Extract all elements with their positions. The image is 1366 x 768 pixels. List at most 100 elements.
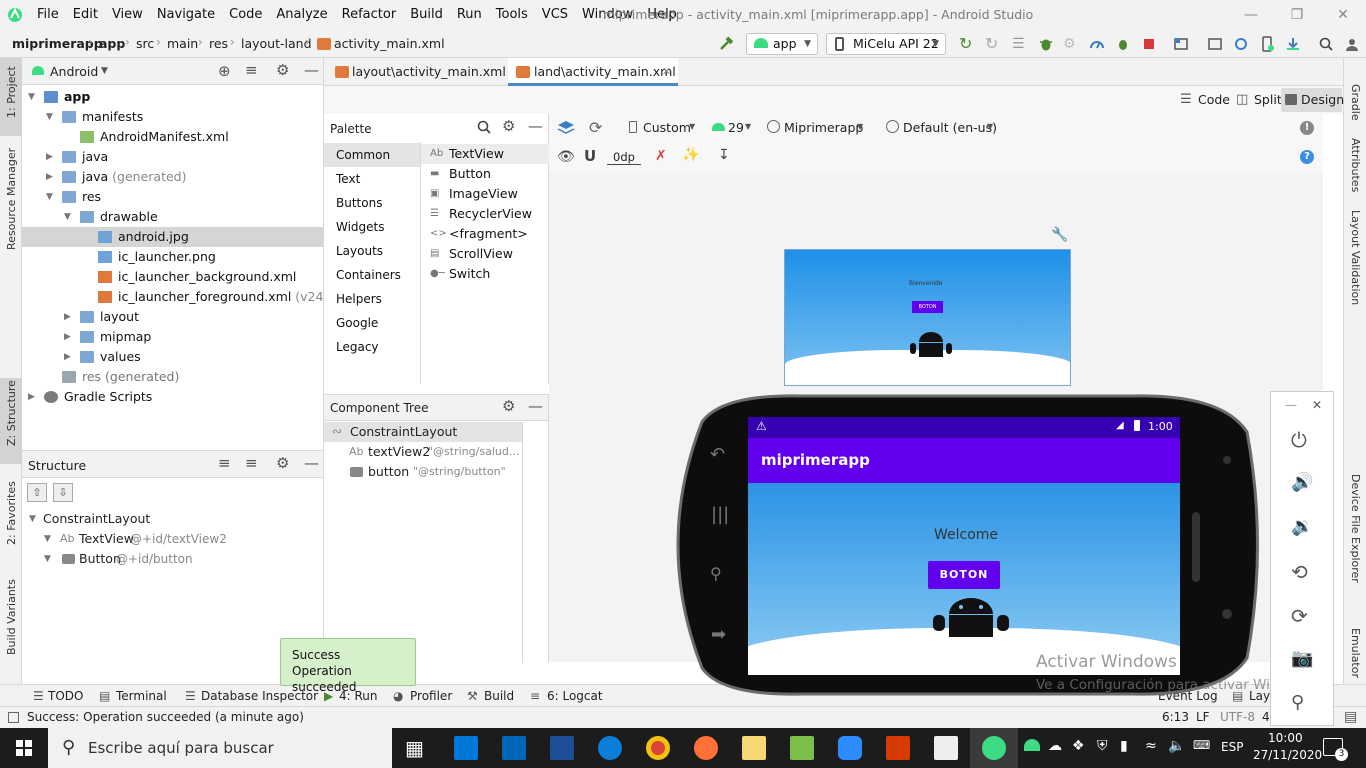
tool-tab-gradle[interactable]: Gradle [1349, 84, 1362, 121]
palette-item[interactable]: <> <fragment> [421, 224, 549, 244]
tool-tab-build[interactable]: ⚒ Build [467, 685, 514, 707]
code-mode-button[interactable]: ☰ Code [1180, 90, 1230, 110]
power-icon[interactable]: ⏻ [1291, 428, 1315, 452]
office-icon[interactable] [886, 736, 910, 760]
word-icon[interactable] [934, 736, 958, 760]
maximize-button[interactable]: ❐ [1274, 0, 1320, 30]
zoom-app-icon[interactable] [838, 736, 862, 760]
chevron-down-icon[interactable]: ▼ [857, 122, 863, 131]
chevron-down-icon[interactable]: ▼ [101, 66, 108, 76]
rotate-left-icon[interactable]: ⟲ [1291, 560, 1315, 584]
api-select[interactable]: 29 [728, 120, 744, 135]
collapsed-arrow-icon[interactable]: ▶ [64, 327, 71, 347]
tree-item[interactable]: ▼ app [22, 87, 323, 107]
breadcrumb-main[interactable]: main [167, 36, 198, 51]
volume-down-icon[interactable]: 🔉 [1291, 516, 1315, 540]
rotate-right-icon[interactable]: ⟳ [1291, 604, 1315, 628]
chevron-down-icon[interactable]: ▼ [987, 122, 993, 131]
collapsed-arrow-icon[interactable]: ▶ [46, 147, 53, 167]
search-icon[interactable] [476, 119, 492, 135]
collapsed-arrow-icon[interactable]: ▶ [64, 347, 71, 367]
menu-navigate[interactable]: Navigate [150, 0, 222, 30]
palette-category[interactable]: Legacy [324, 335, 420, 359]
chevron-down-icon[interactable]: ▼ [745, 122, 751, 131]
success-notification[interactable]: Success Operation succeeded [280, 638, 416, 694]
hammer-icon[interactable] [718, 36, 734, 52]
tool-tab-terminal[interactable]: ▤ Terminal [99, 685, 167, 707]
attach-debugger-icon[interactable]: ⚙ [1063, 36, 1079, 52]
firefox-icon[interactable] [694, 736, 718, 760]
forward-icon[interactable]: ➡ [711, 624, 726, 645]
tree-item[interactable]: AndroidManifest.xml [22, 127, 323, 147]
breadcrumb-layout-land[interactable]: layout-land [241, 36, 312, 51]
palette-category[interactable]: Helpers [324, 287, 420, 311]
palette-category[interactable]: Buttons [324, 191, 420, 215]
attach-process-icon[interactable] [1115, 36, 1131, 52]
clear-constraints-icon[interactable]: ✗ [655, 148, 667, 164]
sync-gradle-icon[interactable] [1233, 36, 1249, 52]
collapsed-arrow-icon[interactable]: ▶ [28, 387, 35, 407]
tree-item[interactable]: ic_launcher_foreground.xml (v24) [22, 287, 328, 307]
menu-file[interactable]: File [30, 0, 66, 30]
menu-edit[interactable]: Edit [66, 0, 105, 30]
battery-icon[interactable]: ▮ [1120, 738, 1128, 754]
back-icon[interactable]: ↶ [710, 444, 725, 465]
component-tree-root[interactable]: ∾ ConstraintLayout [324, 422, 522, 442]
palette-item[interactable]: Ab TextView [421, 144, 549, 164]
device-select[interactable]: MiCelu API 22 ▼ [826, 33, 946, 55]
chevron-down-icon[interactable]: ▼ [689, 122, 695, 131]
tree-item[interactable]: android.jpg [22, 227, 323, 247]
device-select[interactable]: Custom [643, 120, 691, 135]
profiler-icon[interactable] [1089, 36, 1105, 52]
layout-inspector-icon[interactable] [1207, 36, 1223, 52]
caret-position[interactable]: 6:13 [1162, 710, 1189, 724]
tree-item[interactable]: ▶ Gradle Scripts [22, 387, 323, 407]
volume-up-icon[interactable]: 🔊 [1291, 472, 1315, 496]
tree-item[interactable]: ▶ java (generated) [22, 167, 323, 187]
clock-date[interactable]: 27/11/2020 [1253, 748, 1322, 762]
palette-item[interactable]: ▣ ImageView [421, 184, 549, 204]
tool-tab-favorites[interactable]: 2: Favorites [5, 481, 18, 545]
stop-icon[interactable] [1141, 36, 1157, 52]
start-button[interactable] [0, 728, 48, 768]
zoom-icon[interactable]: ⚲ [1291, 692, 1315, 716]
rerun-icon[interactable]: ↻ [959, 36, 975, 52]
indent-setting[interactable]: 4 [1262, 710, 1270, 724]
keyboard-icon[interactable]: ⌨ [1193, 738, 1210, 752]
default-margin-select[interactable]: 0dp [607, 150, 641, 165]
clock-time[interactable]: 10:00 [1268, 731, 1303, 745]
expanded-arrow-icon[interactable]: ▼ [46, 187, 53, 207]
menu-tools[interactable]: Tools [489, 0, 535, 30]
debug-icon[interactable] [1038, 36, 1054, 52]
cloud-icon[interactable]: ☁ [1048, 738, 1062, 754]
collapsed-arrow-icon[interactable]: ▶ [46, 167, 53, 187]
palette-item[interactable]: ●─ Switch [421, 264, 549, 284]
apply-changes-icon[interactable]: ↻ [985, 36, 1001, 52]
palette-category[interactable]: Text [324, 167, 420, 191]
chrome-icon[interactable] [646, 736, 670, 760]
magnet-icon[interactable]: U [584, 147, 596, 165]
project-structure-icon[interactable] [1173, 36, 1189, 52]
design-mode-button[interactable]: Design [1281, 88, 1344, 112]
tree-item[interactable]: ▼ manifests [22, 107, 323, 127]
component-tree-item[interactable]: Ab textView2 "@string/salud... [324, 442, 522, 462]
tree-item[interactable]: ▶ values [22, 347, 323, 367]
warning-icon[interactable]: ! [1300, 121, 1314, 135]
palette-item[interactable]: ☰ RecyclerView [421, 204, 549, 224]
image-editor-icon[interactable] [790, 736, 814, 760]
android-tray-icon[interactable] [1024, 739, 1040, 751]
palette-category[interactable]: Widgets [324, 215, 420, 239]
help-icon[interactable]: ? [1300, 150, 1314, 164]
eye-icon[interactable]: 👁 [557, 149, 575, 165]
minimize-icon[interactable]: — [1285, 398, 1297, 412]
tree-item[interactable]: ic_launcher.png [22, 247, 323, 267]
hide-panel-icon[interactable]: — [304, 454, 319, 472]
hide-panel-icon[interactable]: — [528, 117, 543, 135]
apply-code-changes-icon[interactable]: ☰ [1012, 36, 1028, 52]
tree-item[interactable]: ▶ mipmap [22, 327, 323, 347]
sort-icon[interactable]: ≡ [218, 454, 231, 472]
gear-icon[interactable]: ⚙ [502, 117, 515, 135]
tool-tab-emulator[interactable]: Emulator [1349, 628, 1362, 678]
breadcrumb-src[interactable]: src [136, 36, 154, 51]
wrench-icon[interactable]: 🔧 [1051, 227, 1068, 243]
